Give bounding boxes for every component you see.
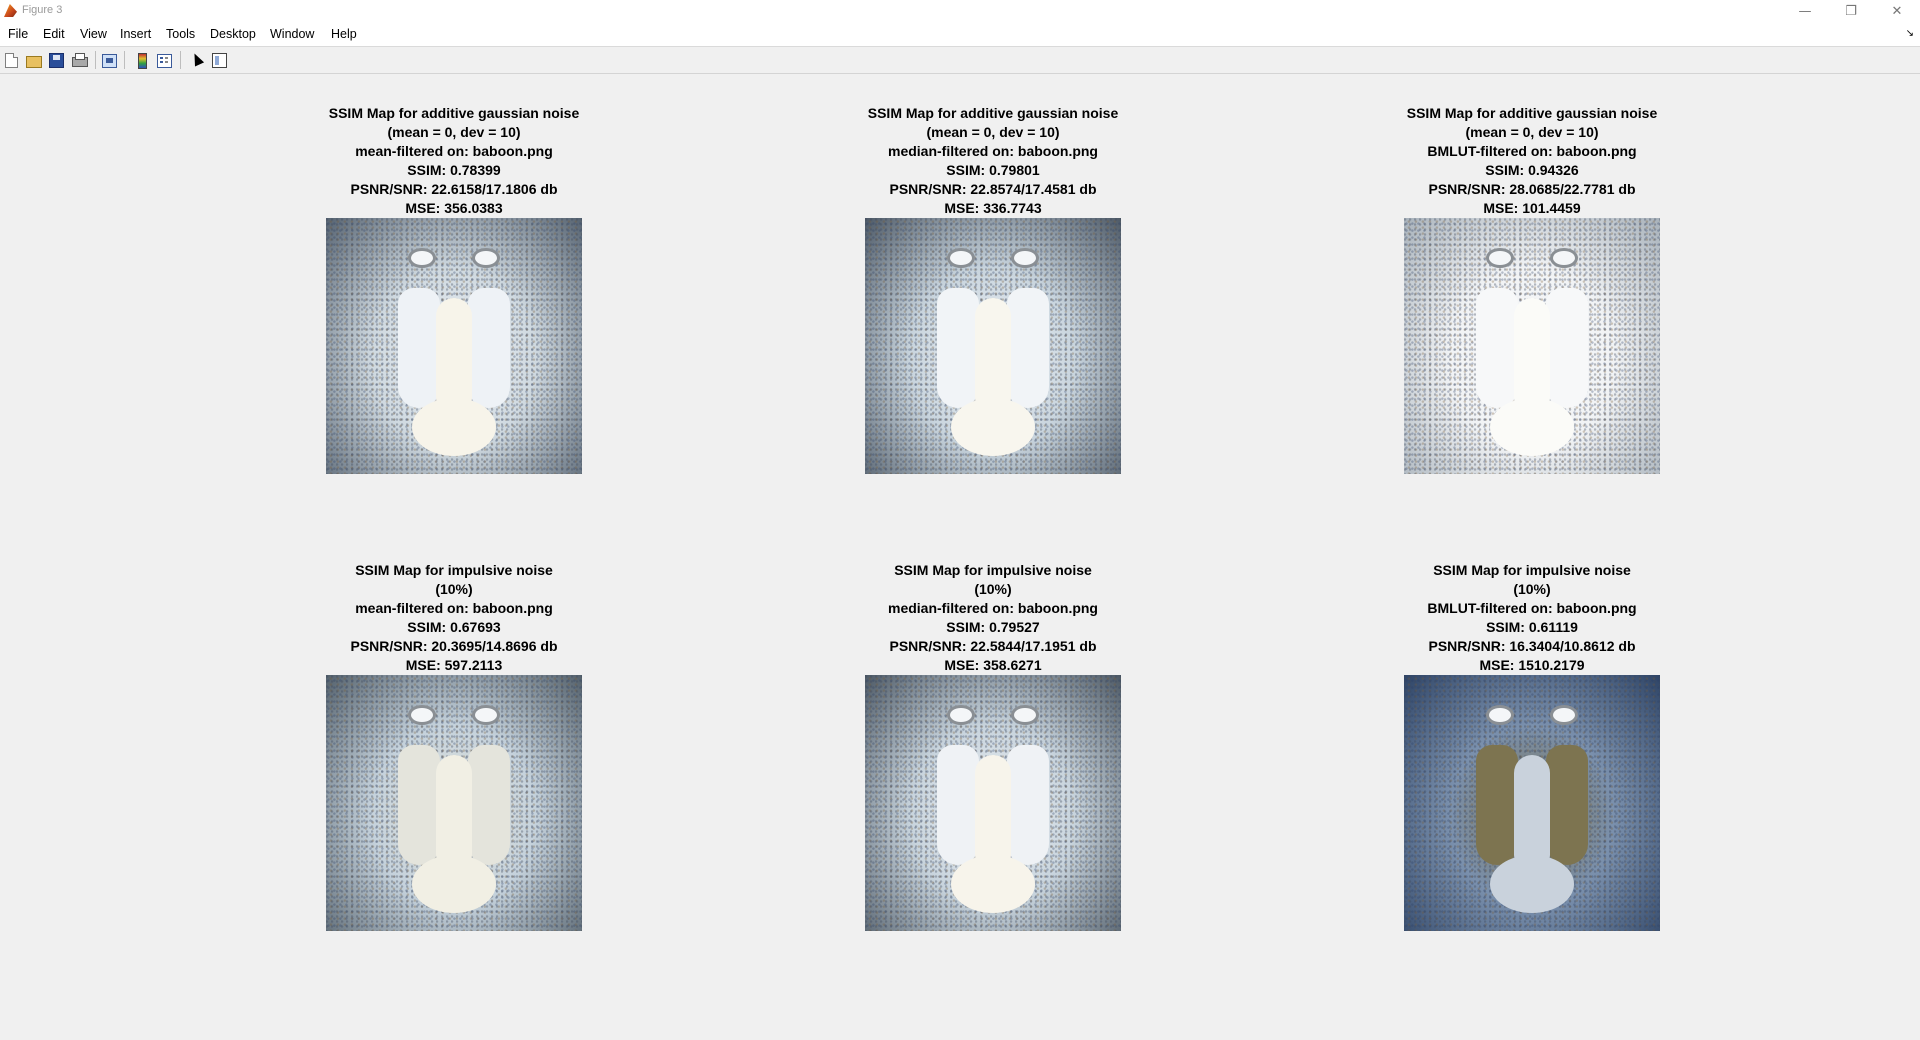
new-figure-icon[interactable] (3, 52, 19, 68)
menu-bar: File Edit View Insert Tools Desktop Wind… (0, 22, 1920, 46)
title-line: median-filtered on: baboon.png (888, 143, 1098, 159)
title-line: (mean = 0, dev = 10) (926, 124, 1060, 140)
ssim-map-image[interactable] (865, 218, 1121, 474)
title-line: BMLUT-filtered on: baboon.png (1427, 143, 1637, 159)
title-line: MSE: 358.6271 (944, 657, 1042, 673)
title-line: SSIM: 0.61119 (1486, 619, 1578, 635)
title-line: PSNR/SNR: 22.8574/17.4581 db (889, 181, 1097, 197)
subplot-4[interactable]: SSIM Map for impulsive noise (10%) mean-fi… (254, 561, 654, 931)
subplot-title: SSIM Map for additive gaussian noise (mea… (254, 104, 654, 218)
toolbar-separator (124, 51, 125, 69)
title-line: MSE: 597.2113 (405, 657, 503, 673)
title-line: (10%) (435, 581, 473, 597)
title-line: PSNR/SNR: 28.0685/22.7781 db (1428, 181, 1636, 197)
title-line: BMLUT-filtered on: baboon.png (1427, 600, 1637, 616)
title-line: (10%) (1513, 581, 1551, 597)
title-line: mean-filtered on: baboon.png (355, 143, 553, 159)
title-line: PSNR/SNR: 22.6158/17.1806 db (350, 181, 558, 197)
title-line: SSIM: 0.67693 (407, 619, 501, 635)
pointer-icon[interactable] (188, 51, 205, 68)
menu-tools[interactable]: Tools (166, 27, 195, 41)
ssim-map-image[interactable] (1404, 675, 1660, 931)
subplot-title: SSIM Map for additive gaussian noise (mea… (793, 104, 1193, 218)
link-plot-icon[interactable] (101, 52, 117, 68)
title-line: (mean = 0, dev = 10) (387, 124, 521, 140)
title-line: SSIM: 0.94326 (1485, 162, 1579, 178)
legend-icon[interactable] (156, 52, 172, 68)
ssim-map-image[interactable] (326, 675, 582, 931)
title-line: SSIM Map for impulsive noise (355, 562, 553, 578)
restore-icon[interactable]: ❐ (1828, 0, 1874, 22)
toolbar-separator (95, 51, 96, 69)
title-line: SSIM Map for additive gaussian noise (1406, 105, 1658, 121)
menu-help[interactable]: Help (331, 27, 357, 41)
ssim-map-image[interactable] (326, 218, 582, 474)
toolbar-separator (180, 51, 181, 69)
matlab-icon (4, 4, 17, 17)
title-line: SSIM: 0.79801 (946, 162, 1040, 178)
subplot-5[interactable]: SSIM Map for impulsive noise (10%) median-… (793, 561, 1193, 931)
print-icon[interactable] (71, 52, 88, 68)
subplot-title: SSIM Map for impulsive noise (10%) BMLUT-f… (1332, 561, 1732, 675)
title-line: SSIM Map for impulsive noise (894, 562, 1092, 578)
subplot-title: SSIM Map for additive gaussian noise (mea… (1332, 104, 1732, 218)
title-line: PSNR/SNR: 16.3404/10.8612 db (1428, 638, 1636, 654)
colorbar-icon[interactable] (134, 52, 150, 69)
title-line: mean-filtered on: baboon.png (355, 600, 553, 616)
title-line: median-filtered on: baboon.png (888, 600, 1098, 616)
title-line: MSE: 1510.2179 (1479, 657, 1585, 673)
subplot-3[interactable]: SSIM Map for additive gaussian noise (mea… (1332, 104, 1732, 474)
menu-edit[interactable]: Edit (43, 27, 65, 41)
subplot-title: SSIM Map for impulsive noise (10%) mean-fi… (254, 561, 654, 675)
title-line: SSIM Map for additive gaussian noise (867, 105, 1119, 121)
menu-file[interactable]: File (8, 27, 28, 41)
title-line: MSE: 101.4459 (1483, 200, 1581, 216)
subplot-1[interactable]: SSIM Map for additive gaussian noise (mea… (254, 104, 654, 474)
title-line: SSIM: 0.79527 (946, 619, 1040, 635)
menu-desktop[interactable]: Desktop (210, 27, 256, 41)
ssim-map-image[interactable] (1404, 218, 1660, 474)
ssim-map-image[interactable] (865, 675, 1121, 931)
subplot-2[interactable]: SSIM Map for additive gaussian noise (mea… (793, 104, 1193, 474)
minimize-icon[interactable]: — (1782, 0, 1828, 22)
title-line: SSIM Map for additive gaussian noise (328, 105, 580, 121)
title-line: MSE: 356.0383 (405, 200, 503, 216)
title-line: SSIM: 0.78399 (407, 162, 501, 178)
title-line: PSNR/SNR: 22.5844/17.1951 db (889, 638, 1097, 654)
close-icon[interactable]: ✕ (1874, 0, 1920, 22)
subplot-title: SSIM Map for impulsive noise (10%) median-… (793, 561, 1193, 675)
save-icon[interactable] (48, 52, 64, 68)
dock-arrow-icon[interactable]: ↘ (1906, 28, 1914, 39)
toolbar (0, 46, 1920, 74)
title-line: (10%) (974, 581, 1012, 597)
open-icon[interactable] (25, 52, 42, 68)
title-line: PSNR/SNR: 20.3695/14.8696 db (350, 638, 558, 654)
title-line: (mean = 0, dev = 10) (1465, 124, 1599, 140)
window-title: Figure 3 (22, 4, 63, 16)
menu-window[interactable]: Window (270, 27, 314, 41)
title-line: SSIM Map for impulsive noise (1433, 562, 1631, 578)
menu-insert[interactable]: Insert (120, 27, 151, 41)
menu-view[interactable]: View (80, 27, 107, 41)
title-bar: Figure 3 — ❐ ✕ (0, 0, 1920, 22)
subplot-6[interactable]: SSIM Map for impulsive noise (10%) BMLUT-f… (1332, 561, 1732, 931)
plot-tools-icon[interactable] (211, 52, 227, 68)
title-line: MSE: 336.7743 (944, 200, 1042, 216)
